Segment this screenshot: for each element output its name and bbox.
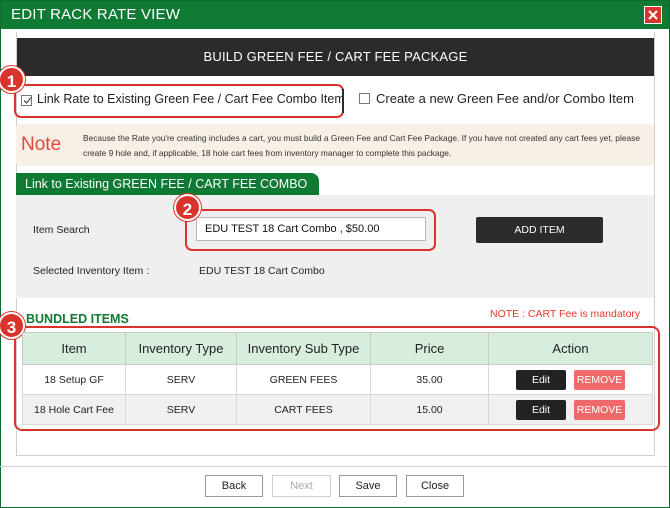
- note-box: Note Because the Rate you're creating in…: [16, 124, 654, 166]
- column-header-price: Price: [370, 332, 489, 365]
- column-header-action: Action: [488, 332, 653, 365]
- close-button[interactable]: [644, 6, 662, 24]
- cell-price: 15.00: [370, 394, 489, 425]
- package-header: BUILD GREEN FEE / CART FEE PACKAGE: [17, 38, 654, 76]
- window-title: EDIT RACK RATE VIEW: [11, 6, 181, 23]
- bundled-items-table: Item Inventory Type Inventory Sub Type P…: [22, 332, 653, 425]
- create-new-label: Create a new Green Fee and/or Combo Item: [376, 91, 634, 106]
- edit-button[interactable]: Edit: [516, 369, 566, 390]
- bundled-items-title: BUNDLED ITEMS: [26, 312, 129, 326]
- link-existing-label: Link Rate to Existing Green Fee / Cart F…: [37, 92, 345, 106]
- table-row: 18 Hole Cart Fee SERV CART FEES 15.00 Ed…: [22, 394, 653, 425]
- cell-action: Edit REMOVE: [488, 394, 653, 425]
- cell-inventory-sub-type: GREEN FEES: [236, 364, 371, 395]
- cell-inventory-type: SERV: [125, 394, 237, 425]
- link-existing-checkbox[interactable]: [21, 95, 32, 106]
- link-section-header: Link to Existing GREEN FEE / CART FEE CO…: [16, 173, 319, 195]
- cell-inventory-sub-type: CART FEES: [236, 394, 371, 425]
- selected-inventory-value: EDU TEST 18 Cart Combo: [199, 265, 325, 277]
- option-divider: [342, 89, 344, 113]
- column-header-item: Item: [22, 332, 126, 365]
- cell-item: 18 Hole Cart Fee: [22, 394, 126, 425]
- cell-price: 35.00: [370, 364, 489, 395]
- back-button[interactable]: Back: [205, 475, 263, 497]
- add-item-button[interactable]: ADD ITEM: [476, 217, 603, 243]
- next-button[interactable]: Next: [272, 475, 331, 497]
- item-search-label: Item Search: [33, 224, 90, 236]
- close-footer-button[interactable]: Close: [406, 475, 464, 497]
- item-search-input[interactable]: EDU TEST 18 Cart Combo , $50.00: [196, 217, 426, 241]
- close-icon: [648, 10, 658, 20]
- column-header-inventory-sub-type: Inventory Sub Type: [236, 332, 371, 365]
- footer-divider: [0, 466, 668, 467]
- note-text: Because the Rate you're creating include…: [83, 133, 640, 158]
- column-header-inventory-type: Inventory Type: [125, 332, 237, 365]
- cell-item: 18 Setup GF: [22, 364, 126, 395]
- cart-fee-mandatory-note: NOTE : CART Fee is mandatory: [490, 308, 641, 320]
- create-new-checkbox[interactable]: [359, 93, 370, 104]
- callout-badge-2: 2: [174, 194, 201, 221]
- save-button[interactable]: Save: [339, 475, 397, 497]
- table-header-row: Item Inventory Type Inventory Sub Type P…: [22, 332, 653, 365]
- table-row: 18 Setup GF SERV GREEN FEES 35.00 Edit RE…: [22, 364, 653, 395]
- checkmark-icon: [23, 97, 32, 104]
- cell-action: Edit REMOVE: [488, 364, 653, 395]
- note-title: Note: [21, 134, 62, 155]
- selected-inventory-label: Selected Inventory Item :: [33, 265, 150, 277]
- remove-button[interactable]: REMOVE: [574, 399, 625, 420]
- edit-button[interactable]: Edit: [516, 399, 566, 420]
- remove-button[interactable]: REMOVE: [574, 369, 625, 390]
- title-bar: EDIT RACK RATE VIEW: [1, 1, 669, 29]
- cell-inventory-type: SERV: [125, 364, 237, 395]
